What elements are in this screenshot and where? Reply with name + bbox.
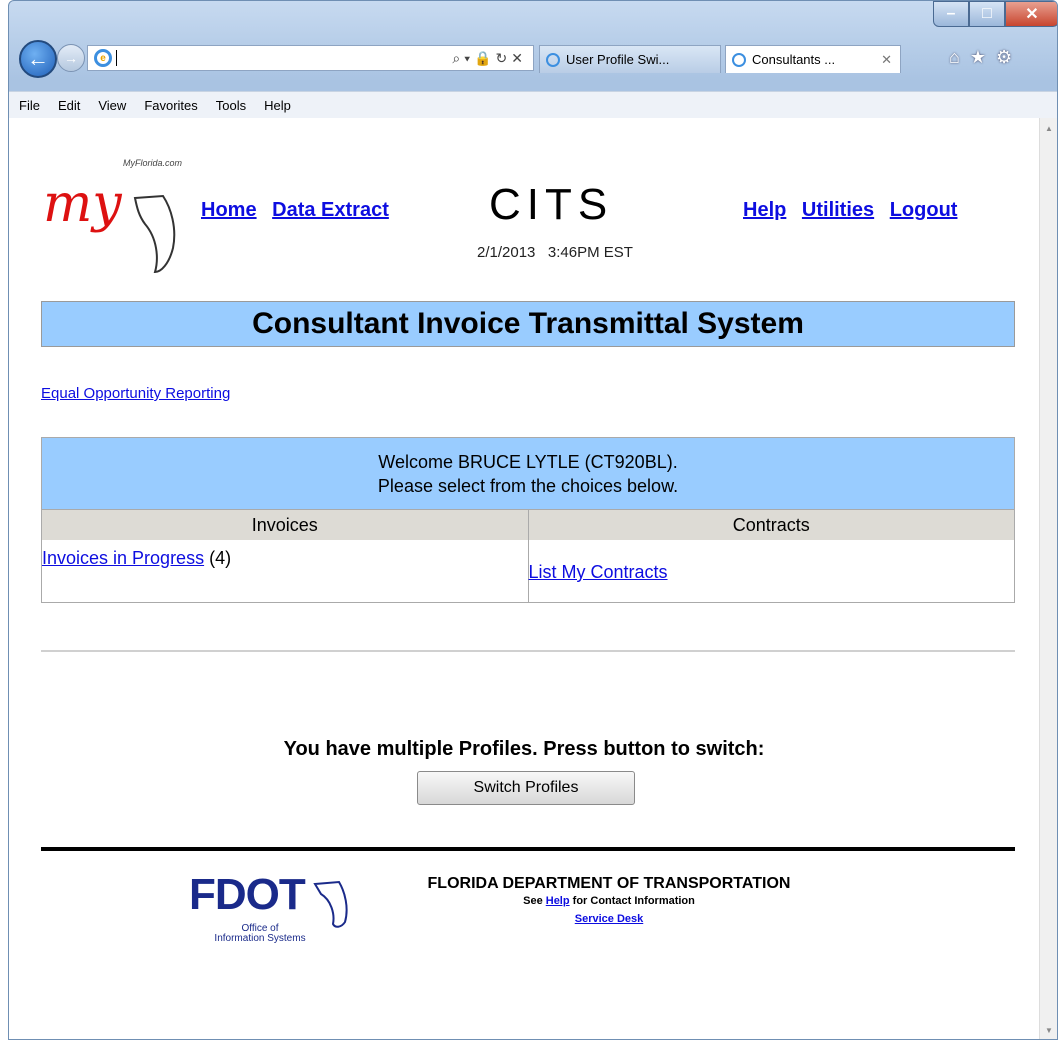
- choices-header-row: Invoices Contracts: [42, 510, 1014, 540]
- title-bar: – □ ✕ ← → e ⌕▾🔒↻✕ User Profile Swi... Co…: [9, 1, 1057, 91]
- contracts-heading: Contracts: [528, 510, 1014, 540]
- window-controls: – □ ✕: [933, 1, 1057, 29]
- divider: [41, 650, 1015, 652]
- address-tools-icons[interactable]: ⌕▾🔒↻✕: [452, 50, 527, 67]
- browser-window: – □ ✕ ← → e ⌕▾🔒↻✕ User Profile Swi... Co…: [8, 0, 1058, 1040]
- logo-text: my: [43, 174, 122, 234]
- gear-icon[interactable]: ⚙: [996, 47, 1022, 67]
- service-desk-link[interactable]: Service Desk: [575, 913, 644, 925]
- profiles-message: You have multiple Profiles. Press button…: [283, 738, 765, 760]
- invoices-heading: Invoices: [42, 510, 529, 540]
- welcome-header: Welcome BRUCE LYTLE (CT920BL). Please se…: [42, 438, 1014, 510]
- menu-bar: File Edit View Favorites Tools Help: [9, 91, 1057, 119]
- menu-view[interactable]: View: [98, 98, 126, 113]
- florida-outline-icon: [133, 194, 176, 274]
- scroll-up-icon[interactable]: ▲: [1045, 124, 1053, 133]
- home-link[interactable]: Home: [201, 199, 257, 221]
- menu-help[interactable]: Help: [264, 98, 291, 113]
- service-desk-line: Service Desk: [369, 913, 849, 925]
- menu-edit[interactable]: Edit: [58, 98, 80, 113]
- florida-outline-icon: [313, 880, 348, 928]
- address-bar[interactable]: e ⌕▾🔒↻✕: [87, 45, 534, 71]
- invoices-count: (4): [209, 548, 232, 568]
- tab-user-profile[interactable]: User Profile Swi...: [539, 45, 721, 73]
- department-name: FLORIDA DEPARTMENT OF TRANSPORTATION: [427, 875, 791, 892]
- tab-label: User Profile Swi...: [566, 52, 670, 67]
- back-button[interactable]: ←: [19, 40, 57, 78]
- fdot-logo-text: FDOT: [189, 870, 306, 919]
- fdot-logo[interactable]: FDOT Office of Information Systems: [185, 870, 351, 950]
- list-my-contracts-link[interactable]: List My Contracts: [529, 562, 668, 582]
- data-extract-link[interactable]: Data Extract: [272, 199, 389, 221]
- primary-nav: Home Data Extract: [201, 199, 399, 222]
- ie-tab-icon: [546, 52, 560, 67]
- tab-label: Consultants ...: [752, 52, 836, 67]
- equal-opportunity-link[interactable]: Equal Opportunity Reporting: [41, 385, 230, 402]
- contact-line: See Help for Contact Information: [369, 895, 849, 907]
- page-viewport: MyFlorida.com my Home Data Extract CITS …: [9, 118, 1039, 1039]
- footer-info: FLORIDA DEPARTMENT OF TRANSPORTATION See…: [369, 875, 849, 925]
- fdot-sub-line2: Information Systems: [214, 933, 306, 944]
- footer-help-link[interactable]: Help: [546, 895, 570, 907]
- datetime: 2/1/2013 3:46PM EST: [477, 244, 633, 261]
- browser-toolbar-icons: ⌂★⚙: [949, 47, 1022, 68]
- close-window-button[interactable]: ✕: [1005, 1, 1057, 27]
- address-caret: [116, 50, 117, 66]
- utilities-link[interactable]: Utilities: [802, 199, 874, 221]
- choices-row: Invoices in Progress (4) List My Contrac…: [42, 540, 1014, 602]
- forward-arrow-icon: →: [64, 50, 78, 66]
- secondary-nav: Help Utilities Logout: [733, 199, 957, 222]
- help-link[interactable]: Help: [743, 199, 786, 221]
- minimize-button[interactable]: –: [933, 1, 969, 27]
- logo-source: MyFlorida.com: [123, 158, 183, 168]
- vertical-scrollbar[interactable]: ▲ ▼: [1039, 118, 1057, 1039]
- welcome-panel: Welcome BRUCE LYTLE (CT920BL). Please se…: [41, 437, 1015, 603]
- menu-favorites[interactable]: Favorites: [144, 98, 197, 113]
- see-text: See: [523, 895, 543, 907]
- menu-tools[interactable]: Tools: [216, 98, 246, 113]
- tab-consultants[interactable]: Consultants ... ✕: [725, 45, 901, 73]
- scroll-down-icon[interactable]: ▼: [1045, 1026, 1053, 1035]
- fdot-logo-subtitle: Office of Information Systems: [185, 924, 335, 944]
- contact-text: for Contact Information: [572, 895, 695, 907]
- invoices-in-progress-link[interactable]: Invoices in Progress: [42, 548, 204, 568]
- home-icon[interactable]: ⌂: [949, 47, 970, 67]
- menu-file[interactable]: File: [19, 98, 40, 113]
- page-title: Consultant Invoice Transmittal System: [41, 301, 1015, 347]
- contracts-cell: List My Contracts: [529, 540, 1015, 602]
- forward-button[interactable]: →: [57, 44, 85, 72]
- welcome-line1: Welcome BRUCE LYTLE (CT920BL).: [378, 452, 678, 472]
- ie-tab-icon: [732, 52, 746, 67]
- switch-profiles-button[interactable]: Switch Profiles: [417, 771, 635, 805]
- welcome-line2: Please select from the choices below.: [377, 476, 679, 496]
- favorites-star-icon[interactable]: ★: [970, 47, 996, 67]
- maximize-button[interactable]: □: [969, 1, 1005, 27]
- back-arrow-icon: ←: [27, 46, 49, 71]
- logout-link[interactable]: Logout: [890, 199, 958, 221]
- footer-divider: [41, 847, 1015, 851]
- myflorida-logo[interactable]: MyFlorida.com my: [33, 158, 213, 278]
- invoices-cell: Invoices in Progress (4): [42, 540, 529, 602]
- app-title: CITS: [489, 180, 614, 229]
- ie-page-icon: e: [94, 49, 112, 67]
- close-tab-icon[interactable]: ✕: [881, 52, 892, 68]
